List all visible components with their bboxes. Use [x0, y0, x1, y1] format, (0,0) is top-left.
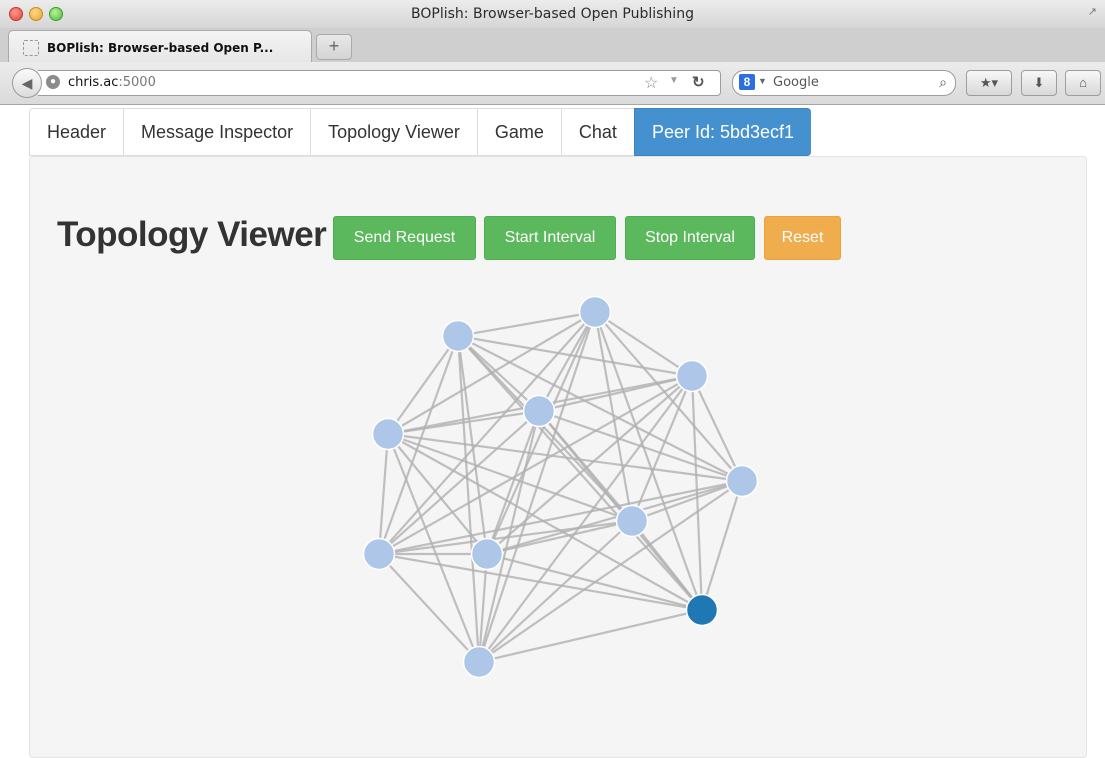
graph-link — [631, 520, 703, 611]
peer-node[interactable] — [522, 394, 556, 428]
peer-node[interactable] — [578, 295, 612, 329]
peer-node[interactable] — [725, 464, 759, 498]
graph-link — [485, 311, 597, 555]
peer-node[interactable] — [371, 417, 405, 451]
graph-link — [387, 335, 459, 435]
peer-node[interactable] — [441, 319, 475, 353]
peer-node[interactable] — [615, 504, 649, 538]
graph-link — [700, 480, 744, 611]
graph-link — [457, 335, 743, 482]
graph-link — [378, 553, 480, 663]
peer-node[interactable] — [462, 645, 496, 679]
graph-link — [486, 552, 703, 612]
graph-link — [486, 479, 743, 556]
peer-node[interactable] — [362, 537, 396, 571]
peer-node[interactable] — [470, 537, 504, 571]
graph-link — [631, 479, 743, 523]
topology-graph — [362, 295, 759, 679]
self-peer-node[interactable] — [685, 593, 719, 627]
peer-node[interactable] — [675, 359, 709, 393]
